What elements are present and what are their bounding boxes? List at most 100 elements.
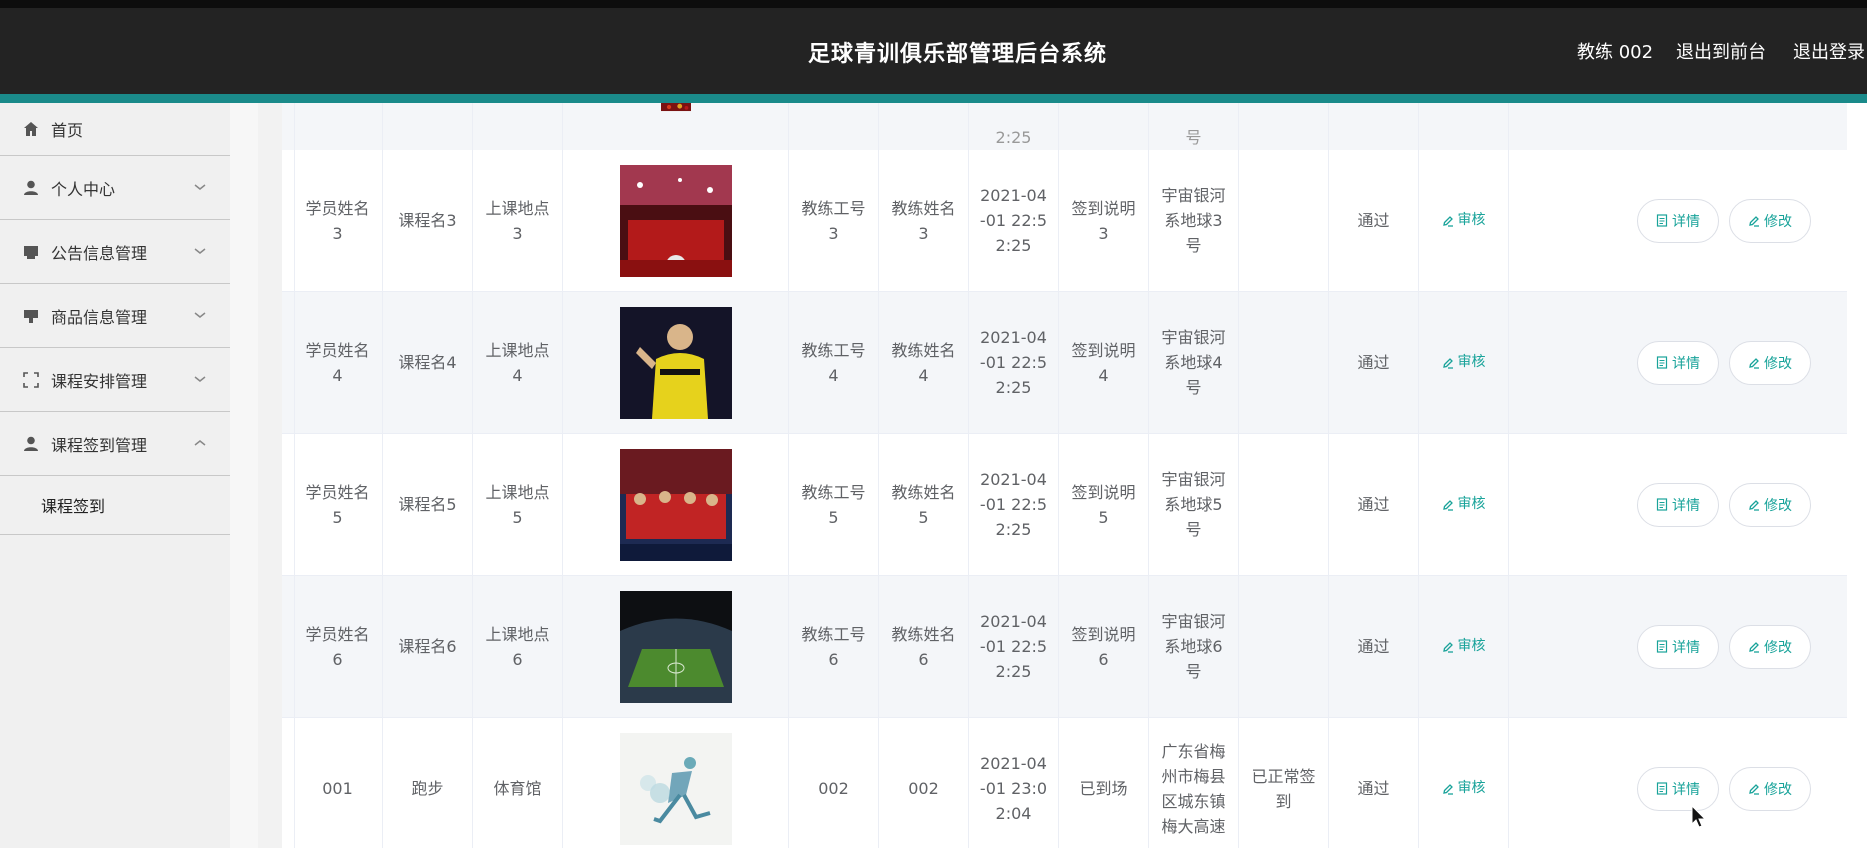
checkin-note-cell: 签到说明 4 (1059, 292, 1149, 433)
detail-button[interactable]: 详情 (1637, 482, 1719, 527)
edit-button[interactable]: 修改 (1729, 482, 1811, 527)
chevron-down-icon (194, 311, 206, 318)
checkin-time-cell: 2021-04 -01 23:0 2:04 (969, 718, 1059, 848)
student-name-cell: 学员姓名 6 (293, 576, 383, 717)
coach-id-cell: 教练工号 4 (789, 292, 879, 433)
address-cell: 宇宙银河 系地球4 号 (1149, 292, 1239, 433)
current-user: 教练 002 (1577, 42, 1654, 63)
actions-cell: 详情 修改 (1509, 292, 1847, 433)
actions-cell: 详情 修改 (1509, 150, 1847, 291)
audit-label: 审核 (1457, 780, 1486, 796)
audit-link[interactable]: 审核 (1442, 776, 1486, 801)
detail-button[interactable]: 详情 (1637, 340, 1719, 385)
user-icon (24, 436, 38, 451)
status-cell: 通过 (1329, 434, 1419, 575)
student-name-cell: 001 (293, 718, 383, 848)
edit-icon (1442, 783, 1453, 795)
edit-label: 修改 (1764, 497, 1792, 514)
sidebar-item-label: 课程签到管理 (51, 435, 148, 455)
audit-label: 审核 (1457, 496, 1486, 512)
address-cell: 广东省梅 州市梅县 区城东镇 梅大高速 (1149, 718, 1239, 848)
address-cell: 宇宙银河 系地球3 号 (1149, 150, 1239, 291)
checkin-table: 2:25 号 学员姓名 3 课程名3 上课地点 3 教练工号 3 教练姓名 3 2021-… (282, 103, 1867, 848)
logout-link[interactable]: 退出登录 (1793, 38, 1865, 64)
table-row: 001 跑步 体育馆 002 002 2021-04 -01 23:0 2:04 已到场 广东… (282, 718, 1847, 848)
table-left-edge (258, 103, 282, 848)
chevron-down-icon (194, 375, 206, 382)
edit-icon (1749, 641, 1759, 653)
sidebar-item-home[interactable]: 首页 (0, 103, 230, 156)
detail-label: 详情 (1672, 781, 1700, 798)
detail-button[interactable]: 详情 (1637, 198, 1719, 243)
audit-link[interactable]: 审核 (1442, 208, 1486, 233)
table-row: 2:25 号 (282, 103, 1847, 151)
goods-icon (24, 309, 38, 323)
edit-icon (1442, 499, 1453, 511)
detail-button[interactable]: 详情 (1637, 766, 1719, 811)
remark-cell (1239, 150, 1329, 291)
edit-button[interactable]: 修改 (1729, 198, 1811, 243)
detail-label: 详情 (1672, 355, 1700, 372)
audit-cell: 审核 (1419, 434, 1509, 575)
document-icon (1656, 214, 1668, 227)
course-image (619, 164, 732, 277)
exit-to-front-link[interactable]: 退出到前台 (1676, 38, 1766, 64)
checkin-time-cell: 2021-04 -01 22:5 2:25 (969, 292, 1059, 433)
sidebar-item-label: 首页 (51, 121, 84, 140)
sidebar-item-label: 课程安排管理 (51, 371, 148, 391)
image-cell (563, 434, 789, 575)
image-cell (563, 718, 789, 848)
detail-label: 详情 (1672, 497, 1700, 514)
edit-button[interactable]: 修改 (1729, 340, 1811, 385)
checkin-note-cell: 已到场 (1059, 718, 1149, 848)
course-name-cell: 跑步 (383, 718, 473, 848)
edit-icon (1749, 783, 1759, 795)
document-icon (1656, 356, 1668, 369)
place-cell: 体育馆 (473, 718, 563, 848)
detail-button[interactable]: 详情 (1637, 624, 1719, 669)
edit-button[interactable]: 修改 (1729, 624, 1811, 669)
sidebar-item-profile[interactable]: 个人中心 (0, 156, 230, 220)
status-cell: 通过 (1329, 576, 1419, 717)
header-accent-bar (0, 94, 1867, 103)
audit-link[interactable]: 审核 (1442, 492, 1486, 517)
course-name-cell: 课程名5 (383, 434, 473, 575)
sidebar-item-notice[interactable]: 公告信息管理 (0, 220, 230, 284)
address-cell: 宇宙银河 系地球6 号 (1149, 576, 1239, 717)
sidebar-item-label: 商品信息管理 (51, 307, 148, 327)
document-icon (1656, 640, 1668, 653)
course-image (619, 590, 732, 703)
edit-label: 修改 (1764, 355, 1792, 372)
coach-name-cell: 教练姓名 4 (879, 292, 969, 433)
student-name-cell: 学员姓名 4 (293, 292, 383, 433)
coach-name-cell: 教练姓名 5 (879, 434, 969, 575)
sidebar-subitem-label: 课程签到 (41, 497, 106, 516)
edit-label: 修改 (1764, 639, 1792, 656)
checkin-time-cell: 2021-04 -01 22:5 2:25 (969, 434, 1059, 575)
chevron-down-icon (194, 183, 206, 190)
course-image (619, 732, 732, 845)
audit-label: 审核 (1457, 354, 1486, 370)
coach-name-cell: 002 (879, 718, 969, 848)
top-strip (0, 0, 1867, 8)
student-name-cell: 学员姓名 3 (293, 150, 383, 291)
edit-button[interactable]: 修改 (1729, 766, 1811, 811)
sidebar-item-schedule[interactable]: 课程安排管理 (0, 348, 230, 412)
place-cell: 上课地点 5 (473, 434, 563, 575)
sidebar-item-checkin[interactable]: 课程签到管理 (0, 412, 230, 476)
audit-cell: 审核 (1419, 150, 1509, 291)
checkin-time-cell: 2021-04 -01 22:5 2:25 (969, 150, 1059, 291)
edit-icon (1442, 357, 1453, 369)
place-cell: 上课地点 3 (473, 150, 563, 291)
sidebar-item-goods[interactable]: 商品信息管理 (0, 284, 230, 348)
remark-cell: 已正常签 到 (1239, 718, 1329, 848)
audit-link[interactable]: 审核 (1442, 350, 1486, 375)
sidebar-item-label: 公告信息管理 (51, 243, 148, 263)
remark-cell (1239, 576, 1329, 717)
sidebar-subitem-checkin[interactable]: 课程签到 (0, 476, 230, 535)
coach-id-cell: 教练工号 3 (789, 150, 879, 291)
audit-link[interactable]: 审核 (1442, 634, 1486, 659)
detail-label: 详情 (1672, 639, 1700, 656)
sidebar-gutter (230, 103, 258, 848)
chevron-down-icon (194, 247, 206, 254)
